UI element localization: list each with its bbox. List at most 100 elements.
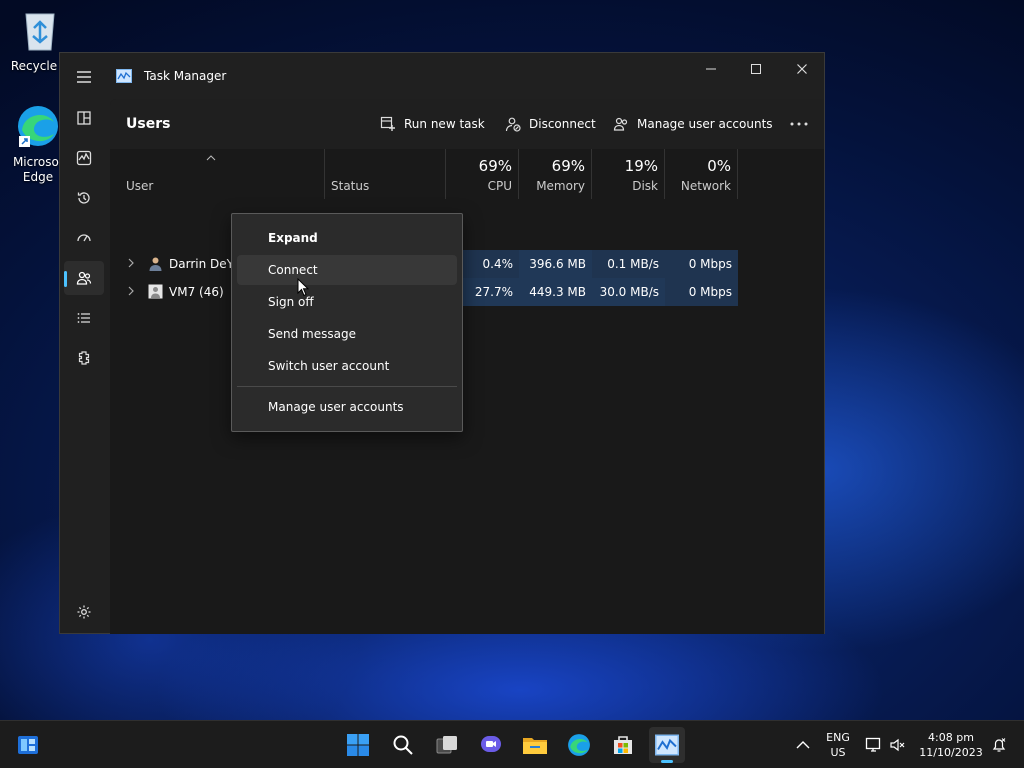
chevron-right-icon[interactable] [126, 258, 136, 268]
task-manager-icon [655, 734, 679, 756]
details-icon [77, 313, 90, 323]
close-button[interactable] [779, 53, 825, 85]
language-indicator[interactable]: ENG US [820, 730, 856, 760]
user-avatar-icon [149, 257, 162, 271]
nav-processes[interactable] [64, 101, 104, 135]
performance-icon [76, 150, 92, 166]
disk-cell: 30.0 MB/s [592, 278, 665, 306]
clock-date: 11/10/2023 [919, 746, 983, 759]
task-manager-app-icon [116, 69, 132, 83]
chat-button[interactable] [473, 727, 509, 763]
run-new-task-label: Run new task [404, 117, 485, 131]
disk-cell: 0.1 MB/s [592, 250, 665, 278]
disconnect-label: Disconnect [529, 117, 596, 131]
menu-item-connect[interactable]: Connect [237, 255, 457, 285]
gear-icon [77, 605, 91, 619]
run-task-icon [380, 116, 395, 131]
menu-item-expand[interactable]: Expand [237, 223, 457, 253]
column-network[interactable]: 0% Network [665, 149, 738, 199]
column-user-label: User [126, 179, 154, 193]
memory-total: 69% [551, 157, 585, 175]
sort-up-icon [206, 155, 216, 161]
disk-total: 19% [624, 157, 658, 175]
network-icon [865, 737, 881, 752]
column-status[interactable]: Status [325, 149, 446, 199]
user-name: VM7 (46) [169, 285, 224, 299]
nav-performance[interactable] [64, 141, 104, 175]
nav-app-history[interactable] [64, 181, 104, 215]
manage-user-accounts-button[interactable]: Manage user accounts [613, 109, 773, 139]
toolbar: Users Run new task Disconnect Manage use… [110, 99, 824, 149]
users-page: Users Run new task Disconnect Manage use… [110, 99, 824, 634]
chevron-right-icon[interactable] [126, 286, 136, 296]
more-icon [790, 122, 808, 126]
disconnect-button[interactable]: Disconnect [505, 109, 596, 139]
widgets-icon [18, 736, 38, 754]
memory-cell: 396.6 MB [519, 250, 592, 278]
column-memory-label: Memory [536, 179, 585, 193]
menu-item-manage-user-accounts[interactable]: Manage user accounts [237, 392, 457, 422]
start-button[interactable] [340, 727, 376, 763]
page-title: Users [126, 116, 171, 132]
mouse-cursor-icon [297, 278, 309, 297]
side-navigation [60, 99, 110, 634]
widgets-button[interactable] [10, 727, 46, 763]
history-icon [77, 192, 90, 204]
nav-services[interactable] [64, 341, 104, 375]
task-view-icon [436, 736, 457, 754]
menu-item-switch-user-account[interactable]: Switch user account [237, 351, 457, 381]
network-cell: 0 Mbps [665, 250, 738, 278]
notifications-button[interactable] [984, 727, 1014, 763]
chat-icon [481, 736, 501, 752]
keyboard-layout: US [830, 746, 846, 759]
maximize-button[interactable] [733, 53, 779, 85]
memory-cell: 449.3 MB [519, 278, 592, 306]
search-button[interactable] [385, 727, 421, 763]
nav-startup-apps[interactable] [64, 221, 104, 255]
title-bar[interactable]: Task Manager [60, 53, 824, 99]
store-button[interactable] [605, 727, 641, 763]
cpu-total: 69% [478, 157, 512, 175]
column-disk[interactable]: 19% Disk [592, 149, 665, 199]
store-icon [614, 736, 632, 754]
folder-icon [523, 738, 547, 754]
column-network-label: Network [680, 179, 731, 193]
task-view-button[interactable] [429, 727, 465, 763]
edge-icon [18, 106, 58, 147]
recycle-bin-icon [25, 13, 55, 51]
menu-item-sign-off[interactable]: Sign off [237, 287, 457, 317]
window-title: Task Manager [144, 69, 227, 83]
file-explorer-button[interactable] [517, 727, 553, 763]
menu-icon[interactable] [72, 65, 96, 89]
clock-time: 4:08 pm [928, 731, 974, 744]
users-icon [613, 117, 628, 131]
network-volume-tray[interactable] [862, 727, 908, 763]
taskbar: ENG US 4:08 pm 11/10/2023 [0, 720, 1024, 768]
windows-logo-icon [347, 734, 369, 756]
manage-user-accounts-label: Manage user accounts [637, 117, 773, 131]
show-hidden-icons-button[interactable] [786, 727, 820, 763]
users-icon [76, 271, 92, 285]
processes-icon [77, 111, 91, 125]
notification-bell-icon [992, 738, 1006, 752]
column-user[interactable]: User [110, 149, 325, 199]
menu-divider [237, 386, 457, 387]
clock[interactable]: 4:08 pm 11/10/2023 [916, 730, 986, 760]
edge-taskbar-button[interactable] [561, 727, 597, 763]
disconnect-icon [505, 117, 521, 132]
context-menu: Expand Connect Sign off Send message Swi… [231, 213, 463, 432]
run-new-task-button[interactable]: Run new task [380, 109, 485, 139]
menu-item-send-message[interactable]: Send message [237, 319, 457, 349]
column-cpu[interactable]: 69% CPU [446, 149, 519, 199]
volume-muted-icon [890, 738, 905, 752]
nav-details[interactable] [64, 301, 104, 335]
more-options-button[interactable] [784, 109, 814, 139]
task-manager-taskbar-button[interactable] [649, 727, 685, 763]
minimize-button[interactable] [688, 53, 734, 85]
language-code: ENG [826, 731, 850, 744]
nav-users[interactable] [64, 261, 104, 295]
nav-settings[interactable] [64, 595, 104, 629]
network-cell: 0 Mbps [665, 278, 738, 306]
column-memory[interactable]: 69% Memory [519, 149, 592, 199]
chevron-up-icon [796, 741, 810, 749]
